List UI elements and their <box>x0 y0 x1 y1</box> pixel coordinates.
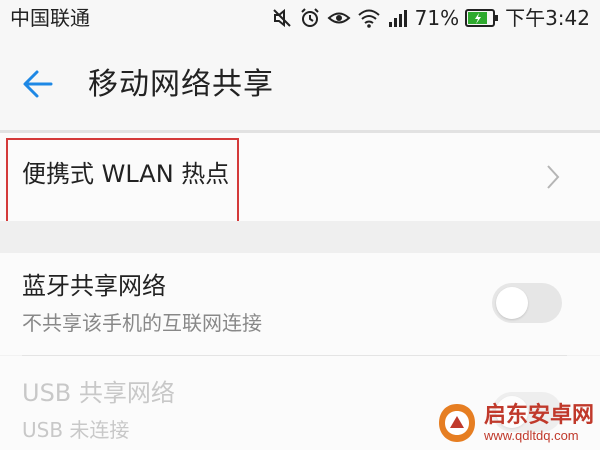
toggle-knob <box>496 287 528 319</box>
bluetooth-tethering-label: 蓝牙共享网络 <box>22 272 166 300</box>
bluetooth-tethering-toggle[interactable] <box>492 283 562 323</box>
screen: 中国联通 71% 下午3:42 移动网络共享 便携式 WLAN 热点 蓝牙共享网… <box>0 0 600 450</box>
wifi-icon <box>357 9 380 28</box>
clock-time: 下午3:42 <box>505 6 590 30</box>
app-bar: 移动网络共享 <box>0 36 600 130</box>
carrier-name: 中国联通 <box>10 6 90 30</box>
usb-tethering-toggle[interactable] <box>492 392 562 432</box>
hotspot-row[interactable]: 便携式 WLAN 热点 <box>0 133 600 221</box>
signal-icon <box>388 10 407 27</box>
bluetooth-tethering-subtitle: 不共享该手机的互联网连接 <box>22 311 262 335</box>
chevron-right-icon <box>547 165 560 189</box>
battery-percent: 71% <box>414 6 460 30</box>
alarm-icon <box>300 8 319 27</box>
back-button[interactable] <box>16 62 60 106</box>
battery-icon <box>465 9 499 27</box>
bluetooth-tethering-row: 蓝牙共享网络 不共享该手机的互联网连接 <box>0 253 600 355</box>
section-gap <box>0 221 600 253</box>
toggle-knob <box>496 396 528 428</box>
usb-tethering-label: USB 共享网络 <box>22 379 175 407</box>
hotspot-label: 便携式 WLAN 热点 <box>22 160 230 188</box>
usb-tethering-row: USB 共享网络 USB 未连接 <box>0 356 600 450</box>
back-arrow-icon <box>23 70 53 98</box>
usb-tethering-subtitle: USB 未连接 <box>22 418 130 442</box>
page-title: 移动网络共享 <box>88 67 274 102</box>
status-icons: 71% 下午3:42 <box>271 5 590 31</box>
mute-icon <box>272 8 291 28</box>
eye-icon <box>327 12 351 24</box>
status-bar: 中国联通 71% 下午3:42 <box>0 0 600 36</box>
